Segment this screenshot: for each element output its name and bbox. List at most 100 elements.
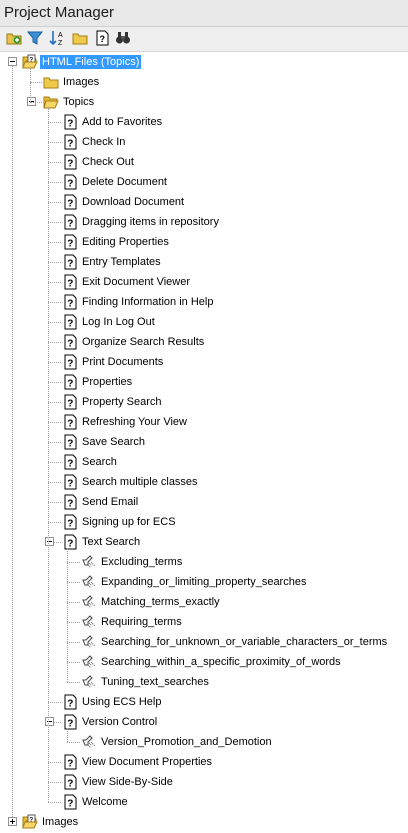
tree-node-topics[interactable]: Topics <box>0 92 408 112</box>
sort-az-icon[interactable]: A Z <box>49 30 65 46</box>
help-topic-icon: ? <box>62 114 78 130</box>
tree-node-label: View Side-By-Side <box>82 776 173 788</box>
svg-text:?: ? <box>67 239 73 250</box>
help-topic-icon: ? <box>62 394 78 410</box>
tree-node-topic[interactable]: ? Check Out <box>0 152 408 172</box>
tree-node-bookmark[interactable]: Searching_for_unknown_or_variable_charac… <box>0 632 408 652</box>
expand-toggle[interactable] <box>8 817 17 826</box>
tree-node-text-search[interactable]: ? Text Search <box>0 532 408 552</box>
tree-node-images[interactable]: Images <box>0 72 408 92</box>
tree-node-bookmark[interactable]: Searching_within_a_specific_proximity_of… <box>0 652 408 672</box>
tree-node-bookmark[interactable]: Excluding_terms <box>0 552 408 572</box>
tree-node-label: Requiring_terms <box>101 616 182 628</box>
tree-node-bookmark[interactable]: Matching_terms_exactly <box>0 592 408 612</box>
tree-node-topic[interactable]: ? Save Search <box>0 432 408 452</box>
filter-icon[interactable] <box>27 30 43 46</box>
tree-node-bookmark[interactable]: Expanding_or_limiting_property_searches <box>0 572 408 592</box>
tree-connector <box>48 762 61 763</box>
tree-node-topic[interactable]: ? Dragging items in repository <box>0 212 408 232</box>
help-topic-icon: ? <box>62 134 78 150</box>
tree-connector <box>48 202 61 203</box>
tree-node-topic[interactable]: ? Download Document <box>0 192 408 212</box>
help-topic-icon: ? <box>62 174 78 190</box>
tree-connector <box>67 622 80 623</box>
tree-node-label: Signing up for ECS <box>82 516 176 528</box>
help-topic-icon: ? <box>62 194 78 210</box>
tree-node-topic[interactable]: ? Check In <box>0 132 408 152</box>
tree-node-label: Text Search <box>82 536 141 548</box>
tree-node-topic[interactable]: ? Delete Document <box>0 172 408 192</box>
bookmark-icon <box>81 654 97 670</box>
tree-node-topic[interactable]: ? Log In Log Out <box>0 312 408 332</box>
help-topic-icon: ? <box>62 694 78 710</box>
tree-node-topic[interactable]: ? Signing up for ECS <box>0 512 408 532</box>
tree-node-topic[interactable]: ? Finding Information in Help <box>0 292 408 312</box>
folder-icon[interactable] <box>72 30 88 46</box>
svg-text:?: ? <box>67 719 73 730</box>
tree-node-root[interactable]: ? HTML Files (Topics) <box>0 52 408 72</box>
tree-node-topic[interactable]: ? Search multiple classes <box>0 472 408 492</box>
help-topic-icon[interactable]: ? <box>94 30 110 46</box>
svg-text:?: ? <box>67 199 73 210</box>
tree-connector <box>48 242 61 243</box>
tree-node-topic[interactable]: ? Add to Favorites <box>0 112 408 132</box>
tree-node-bookmark[interactable]: Tuning_text_searches <box>0 672 408 692</box>
tree-node-label: Searching_within_a_specific_proximity_of… <box>101 656 341 668</box>
tree-node-topic[interactable]: ? View Document Properties <box>0 752 408 772</box>
tree-node-label: HTML Files (Topics) <box>40 55 142 69</box>
topic-tree[interactable]: ? HTML Files (Topics) Images Topics? Add to … <box>0 52 408 832</box>
tree-connector <box>67 582 80 583</box>
help-topic-icon: ? <box>62 234 78 250</box>
tree-node-label: Finding Information in Help <box>82 296 214 308</box>
tree-node-label: Check In <box>82 136 126 148</box>
tree-node-topic[interactable]: ? Send Email <box>0 492 408 512</box>
tree-node-label: Dragging items in repository <box>82 216 219 228</box>
tree-node-topic[interactable]: ? Exit Document Viewer <box>0 272 408 292</box>
tree-node-version-control[interactable]: ? Version Control <box>0 712 408 732</box>
help-topic-icon: ? <box>62 294 78 310</box>
tree-node-topic[interactable]: ? Organize Search Results <box>0 332 408 352</box>
panel-title-bar: Project Manager <box>0 0 408 27</box>
tree-node-topic[interactable]: ? Welcome <box>0 792 408 812</box>
help-topic-icon: ? <box>62 414 78 430</box>
tree-node-label: Version Control <box>82 716 158 728</box>
tree-node-label: Using ECS Help <box>82 696 162 708</box>
svg-text:?: ? <box>67 119 73 130</box>
help-topic-icon: ? <box>62 474 78 490</box>
svg-text:?: ? <box>67 479 73 490</box>
tree-node-topic[interactable]: ? Entry Templates <box>0 252 408 272</box>
tree-node-topic[interactable]: ? Property Search <box>0 392 408 412</box>
tree-node-bookmark[interactable]: Version_Promotion_and_Demotion <box>0 732 408 752</box>
tree-node-bookmark[interactable]: Requiring_terms <box>0 612 408 632</box>
tree-node-label: Properties <box>82 376 133 388</box>
bookmark-icon <box>81 594 97 610</box>
tree-node-topic[interactable]: ? Search <box>0 452 408 472</box>
tree-node-images-root[interactable]: ? Images <box>0 812 408 832</box>
tree-connector <box>48 522 61 523</box>
collapse-toggle[interactable] <box>8 57 17 66</box>
add-folder-icon[interactable] <box>6 30 22 46</box>
bookmark-icon <box>81 634 97 650</box>
help-topic-icon: ? <box>62 334 78 350</box>
tree-node-topic[interactable]: ? Refreshing Your View <box>0 412 408 432</box>
help-topic-icon: ? <box>62 434 78 450</box>
tree-connector <box>67 742 80 743</box>
tree-node-topic[interactable]: ? Using ECS Help <box>0 692 408 712</box>
svg-text:?: ? <box>67 459 73 470</box>
svg-text:?: ? <box>67 279 73 290</box>
tree-node-topic[interactable]: ? Print Documents <box>0 352 408 372</box>
svg-text:?: ? <box>67 399 73 410</box>
binoculars-icon[interactable] <box>115 30 131 46</box>
svg-text:?: ? <box>67 799 73 810</box>
tree-node-topic[interactable]: ? Editing Properties <box>0 232 408 252</box>
tree-node-topic[interactable]: ? Properties <box>0 372 408 392</box>
collapse-toggle[interactable] <box>45 537 54 546</box>
tree-connector <box>48 462 61 463</box>
tree-connector <box>48 302 61 303</box>
tree-connector <box>67 682 80 683</box>
tree-node-topic[interactable]: ? View Side-By-Side <box>0 772 408 792</box>
tree-node-label: View Document Properties <box>82 756 213 768</box>
svg-text:Z: Z <box>58 40 63 46</box>
collapse-toggle[interactable] <box>45 717 54 726</box>
tree-node-label: Save Search <box>82 436 145 448</box>
